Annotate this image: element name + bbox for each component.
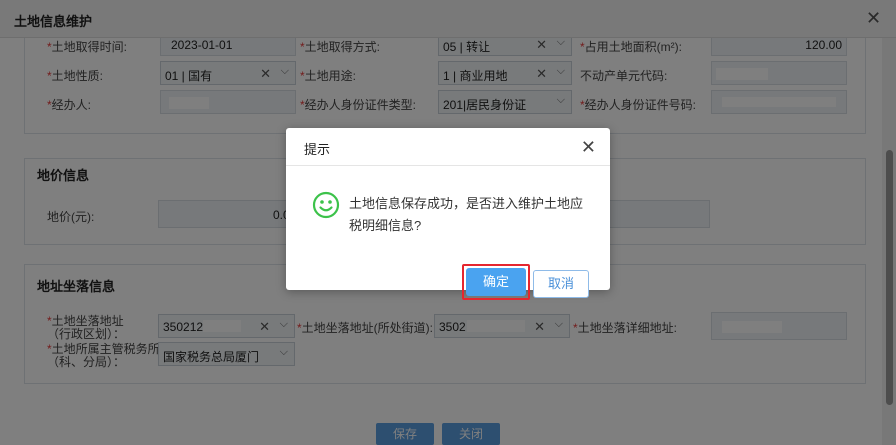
- dialog-divider: [286, 165, 610, 166]
- confirm-button[interactable]: 确定: [466, 268, 526, 296]
- prompt-dialog: 提示 ✕ 土地信息保存成功，是否进入维护土地应税明细信息? 确定 取消: [286, 128, 610, 300]
- dialog-close-icon[interactable]: ✕: [581, 138, 596, 156]
- dialog-title: 提示: [304, 142, 331, 157]
- cancel-button[interactable]: 取消: [533, 270, 589, 298]
- dialog-message: 土地信息保存成功，是否进入维护土地应税明细信息?: [349, 196, 584, 233]
- smile-icon: [312, 191, 340, 219]
